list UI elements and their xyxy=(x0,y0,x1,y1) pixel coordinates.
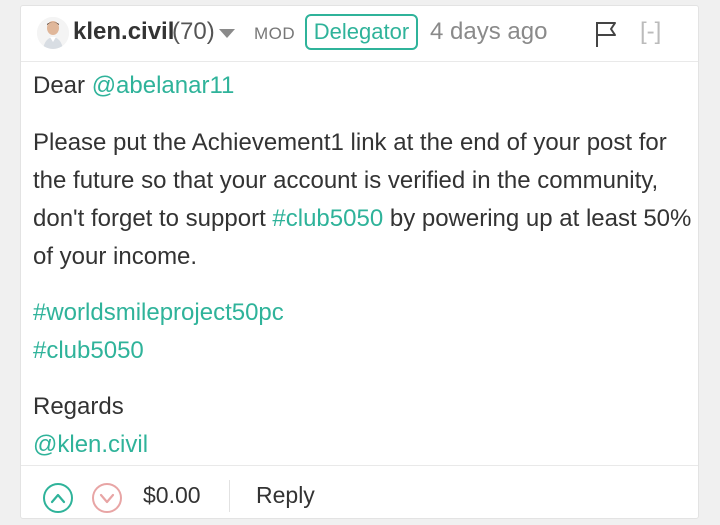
signoff-text: Regards xyxy=(33,393,124,420)
role-label: MOD xyxy=(254,24,296,43)
payout-amount[interactable]: $0.00 xyxy=(143,482,201,509)
author-name[interactable]: klen.civil xyxy=(73,18,174,46)
author-reputation: (70) xyxy=(172,18,215,45)
comment-card: klen.civil (70) MOD Delegator 4 days ago… xyxy=(20,5,699,519)
avatar-icon xyxy=(37,17,69,49)
comment-footer: $0.00 Reply xyxy=(21,465,698,520)
reply-button[interactable]: Reply xyxy=(256,482,315,509)
greeting-text: Dear xyxy=(33,72,92,99)
caret-down-icon[interactable] xyxy=(219,29,235,38)
downvote-button[interactable] xyxy=(92,483,122,513)
hashtag-link[interactable]: #club5050 xyxy=(272,205,383,232)
signature-link[interactable]: @klen.civil xyxy=(33,426,148,464)
paragraph-line-3: don't forget to support #club5050 by pow… xyxy=(33,200,691,238)
flag-icon[interactable] xyxy=(594,20,618,48)
paragraph-text: by powering up at least 50% xyxy=(383,205,692,232)
paragraph-line-1: Please put the Achievement1 link at the … xyxy=(33,129,667,156)
comment-timestamp[interactable]: 4 days ago xyxy=(430,18,547,46)
paragraph-text: don't forget to support xyxy=(33,205,273,232)
delegator-badge: Delegator xyxy=(305,14,418,50)
comment-header: klen.civil (70) MOD Delegator 4 days ago… xyxy=(21,6,698,62)
collapse-toggle[interactable]: [-] xyxy=(640,18,661,46)
upvote-button[interactable] xyxy=(43,483,73,513)
paragraph-line-2: the future so that your account is verif… xyxy=(33,167,659,194)
hashtag-link[interactable]: #club5050 xyxy=(33,332,144,370)
footer-divider xyxy=(229,480,230,512)
paragraph-line-4: of your income. xyxy=(33,243,198,270)
avatar[interactable] xyxy=(37,17,69,49)
greeting-line: Dear @abelanar11 xyxy=(33,67,234,105)
chevron-up-icon xyxy=(50,493,66,504)
hashtag-link[interactable]: #worldsmileproject50pc xyxy=(33,294,284,332)
mention-link[interactable]: @abelanar11 xyxy=(92,72,235,99)
chevron-down-icon xyxy=(99,493,115,504)
